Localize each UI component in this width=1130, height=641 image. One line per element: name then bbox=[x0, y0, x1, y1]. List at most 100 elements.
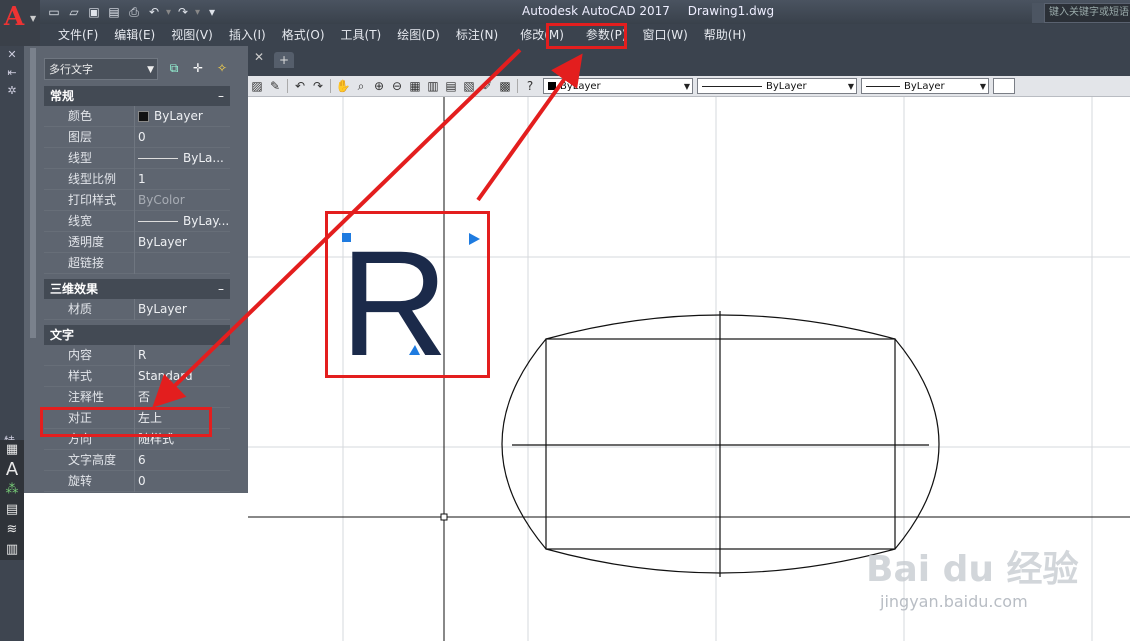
zoom-window-icon[interactable]: ⊕ bbox=[370, 77, 388, 95]
prop-row-rotation[interactable]: 旋转 0 bbox=[44, 471, 230, 492]
object-type-select[interactable]: 多行文字 ▼ bbox=[44, 58, 158, 80]
prop-value[interactable]: Standard bbox=[138, 366, 230, 387]
menu-tools[interactable]: 工具(T) bbox=[333, 24, 390, 46]
prop-row-layer[interactable]: 图层 0 bbox=[44, 127, 230, 148]
prop-row-style[interactable]: 样式 Standard bbox=[44, 366, 230, 387]
properties-icon[interactable]: ▦ bbox=[406, 77, 424, 95]
redo-icon[interactable]: ↷ bbox=[175, 4, 191, 20]
toggle-pickadd-icon[interactable]: ⧉ bbox=[166, 61, 182, 77]
sheet-set-icon[interactable]: ▧ bbox=[460, 77, 478, 95]
menu-insert[interactable]: 插入(I) bbox=[221, 24, 274, 46]
grid-icon[interactable]: ▦ bbox=[0, 440, 24, 460]
select-objects-icon[interactable]: ✛ bbox=[190, 61, 206, 77]
lineweight-sample bbox=[138, 221, 178, 222]
match-properties-icon[interactable]: ▨ bbox=[248, 77, 266, 95]
gear-icon[interactable]: ✲ bbox=[0, 82, 24, 100]
menu-window[interactable]: 窗口(W) bbox=[635, 24, 696, 46]
prop-value[interactable]: 0 bbox=[138, 471, 230, 492]
section-3d-effects[interactable]: 三维效果 – bbox=[44, 279, 230, 299]
prop-row-transparency[interactable]: 透明度 ByLayer bbox=[44, 232, 230, 253]
menu-edit[interactable]: 编辑(E) bbox=[106, 24, 163, 46]
paint-icon[interactable]: ✎ bbox=[266, 77, 284, 95]
design-center-icon[interactable]: ▥ bbox=[424, 77, 442, 95]
lineweight-combo[interactable]: ByLayer ▼ bbox=[861, 78, 989, 94]
menu-format[interactable]: 格式(O) bbox=[274, 24, 333, 46]
layer-icon[interactable]: ▤ bbox=[0, 500, 24, 520]
plot-style-combo[interactable] bbox=[993, 78, 1015, 94]
prop-value[interactable]: 6 bbox=[138, 450, 230, 471]
pan-hand-icon[interactable]: ✋ bbox=[334, 77, 352, 95]
prop-row-text-height[interactable]: 文字高度 6 bbox=[44, 450, 230, 471]
prop-key: 样式 bbox=[68, 369, 93, 383]
prop-row-material[interactable]: 材质 ByLayer bbox=[44, 299, 230, 320]
left-tools: ▦ A ⁂ ▤ ≋ ▥ bbox=[0, 440, 24, 560]
calculator-icon[interactable]: ▩ bbox=[496, 77, 514, 95]
menu-dimension[interactable]: 标注(N) bbox=[448, 24, 506, 46]
prop-value[interactable]: ByLayer bbox=[138, 299, 230, 320]
collapse-icon[interactable]: – bbox=[218, 86, 224, 106]
prop-row-contents[interactable]: 内容 R bbox=[44, 345, 230, 366]
prop-row-linetype-scale[interactable]: 线型比例 1 bbox=[44, 169, 230, 190]
section-text[interactable]: 文字 bbox=[44, 325, 230, 345]
menu-help[interactable]: 帮助(H) bbox=[696, 24, 754, 46]
tool-palettes-icon[interactable]: ▤ bbox=[442, 77, 460, 95]
prop-row-color[interactable]: 颜色 ByLayer bbox=[44, 106, 230, 127]
hatch-icon[interactable]: ⁂ bbox=[0, 480, 24, 500]
prop-row-annotative[interactable]: 注释性 否 bbox=[44, 387, 230, 408]
prop-row-hyperlink[interactable]: 超链接 bbox=[44, 253, 230, 274]
menu-view[interactable]: 视图(V) bbox=[163, 24, 221, 46]
undo-icon[interactable]: ↶ bbox=[146, 4, 162, 20]
autohide-icon[interactable]: ⇤ bbox=[0, 64, 24, 82]
section-general[interactable]: 常规 – bbox=[44, 86, 230, 106]
prop-value[interactable]: 0 bbox=[138, 127, 230, 148]
collapse-icon[interactable]: – bbox=[218, 279, 224, 299]
list-icon[interactable]: ▥ bbox=[0, 540, 24, 560]
chevron-down-icon: ▼ bbox=[30, 14, 37, 23]
save-as-icon[interactable]: ▤ bbox=[106, 4, 122, 20]
prop-value[interactable]: 否 bbox=[138, 387, 230, 408]
prop-value[interactable]: ByLa... bbox=[138, 148, 230, 169]
prop-row-linetype[interactable]: 线型 ByLa... bbox=[44, 148, 230, 169]
linetype-combo[interactable]: ByLayer ▼ bbox=[697, 78, 857, 94]
prop-row-plot-style[interactable]: 打印样式 ByColor bbox=[44, 190, 230, 211]
markup-icon[interactable]: ✐ bbox=[478, 77, 496, 95]
prop-value[interactable]: ByLayer bbox=[138, 232, 230, 253]
prop-value[interactable]: ByLayer bbox=[138, 106, 230, 127]
menu-file[interactable]: 文件(F) bbox=[50, 24, 106, 46]
origin-grip[interactable] bbox=[440, 513, 448, 521]
new-tab-icon[interactable]: + bbox=[274, 52, 294, 68]
close-icon[interactable]: ✕ bbox=[0, 46, 24, 64]
quick-select-icon[interactable]: ✧ bbox=[214, 61, 230, 77]
help-icon[interactable]: ? bbox=[521, 77, 539, 95]
prop-key: 注释性 bbox=[68, 390, 105, 404]
drawn-shape[interactable] bbox=[501, 311, 940, 577]
prop-value[interactable]: 1 bbox=[138, 169, 230, 190]
text-tool-icon[interactable]: A bbox=[0, 460, 24, 480]
print-icon[interactable]: ⎙ bbox=[126, 4, 142, 20]
tab-close-icon[interactable]: ✕ bbox=[254, 50, 264, 64]
color-combo[interactable]: ByLayer ▼ bbox=[543, 78, 693, 94]
app-title: Autodesk AutoCAD 2017 bbox=[522, 4, 670, 18]
prop-value[interactable]: ByColor bbox=[138, 190, 230, 211]
document-title: Drawing1.dwg bbox=[687, 4, 775, 18]
zoom-realtime-icon[interactable]: ⌕ bbox=[352, 77, 370, 95]
prop-row-lineweight[interactable]: 线宽 ByLay... bbox=[44, 211, 230, 232]
zoom-previous-icon[interactable]: ⊖ bbox=[388, 77, 406, 95]
search-input[interactable]: 键入关键字或短语 bbox=[1044, 3, 1130, 23]
redo-icon[interactable]: ↷ bbox=[309, 77, 327, 95]
baidu-watermark-url: jingyan.baidu.com bbox=[880, 592, 1028, 611]
undo-icon[interactable]: ↶ bbox=[291, 77, 309, 95]
open-folder-icon[interactable]: ▱ bbox=[66, 4, 82, 20]
prop-value[interactable]: R bbox=[138, 345, 230, 366]
save-icon[interactable]: ▣ bbox=[86, 4, 102, 20]
layers-stack-icon[interactable]: ≋ bbox=[0, 520, 24, 540]
palette-scrollbar[interactable] bbox=[30, 48, 36, 338]
prop-key: 打印样式 bbox=[68, 193, 117, 207]
menu-draw[interactable]: 绘图(D) bbox=[389, 24, 448, 46]
undo-dropdown-icon[interactable]: ▾ bbox=[166, 7, 171, 18]
customize-qat-icon[interactable]: ▾ bbox=[204, 4, 220, 20]
application-menu-button[interactable]: A ▼ bbox=[0, 0, 40, 48]
redo-dropdown-icon[interactable]: ▾ bbox=[195, 7, 200, 18]
prop-value[interactable]: ByLay... bbox=[138, 211, 230, 232]
new-file-icon[interactable]: ▭ bbox=[46, 4, 62, 20]
